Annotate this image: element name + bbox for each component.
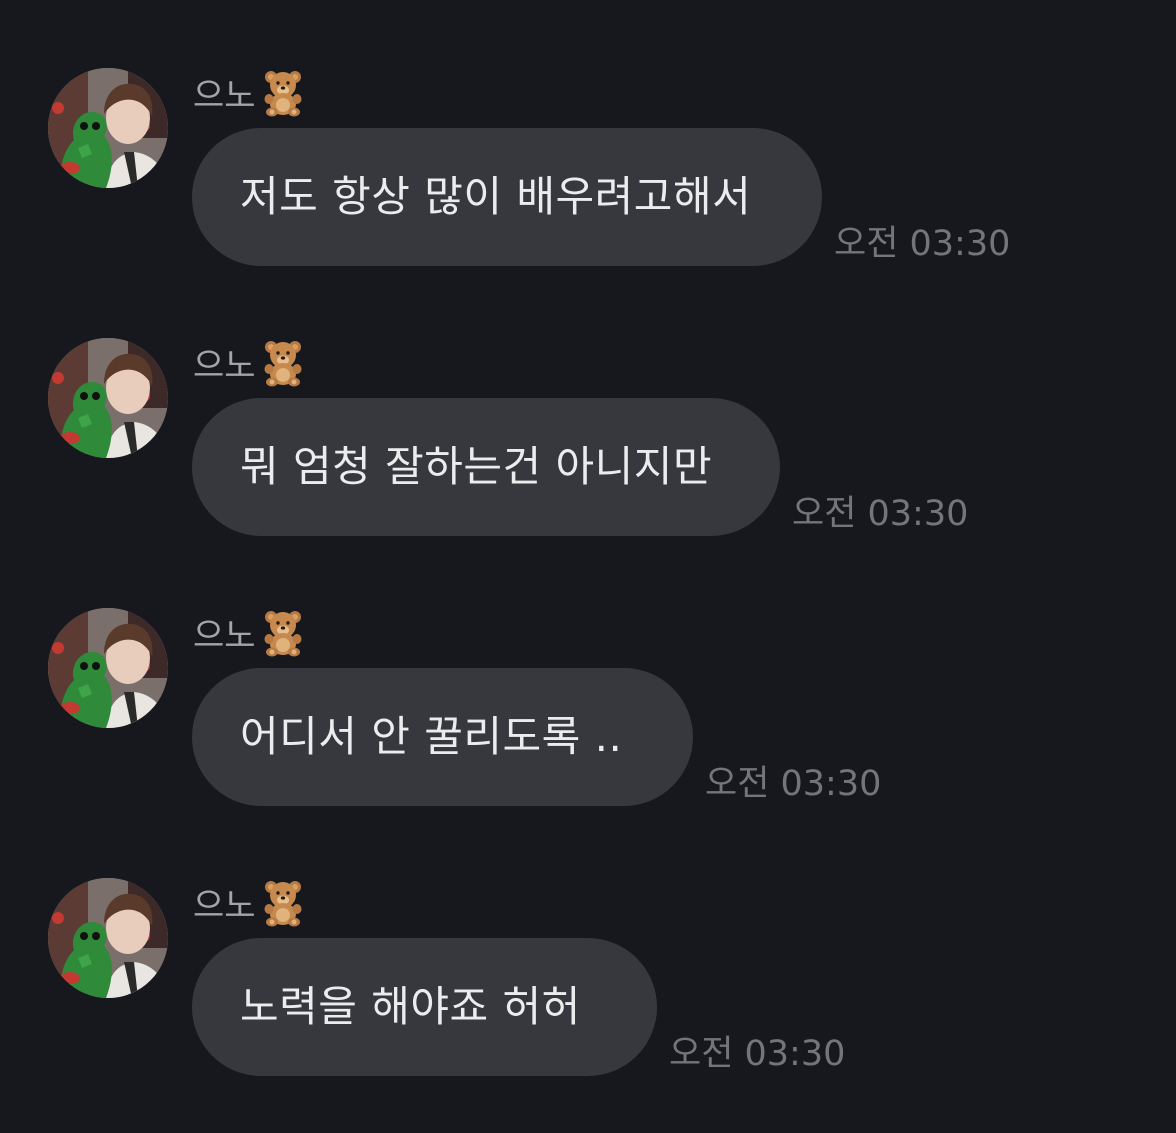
avatar[interactable] [48, 68, 168, 188]
message-time: 오전 03:30 [669, 1034, 846, 1074]
message-bubble[interactable]: 노력을 해야죠 허허 [192, 938, 657, 1076]
sender-name: 으노 [193, 606, 308, 658]
message-text: 노력을 해야죠 허허 [240, 982, 581, 1031]
sender-name: 으노 [193, 876, 308, 928]
message-row: 으노 노력을 해야죠 허허 오전 03:30 [0, 810, 1176, 1076]
message-time: 오전 03:30 [834, 224, 1011, 264]
message-time: 오전 03:30 [705, 764, 882, 804]
avatar[interactable] [48, 338, 168, 458]
chat-thread: 으노 저도 항상 많이 배우려고해서 오전 03:30 으노 뭐 엄청 잘하는건… [0, 0, 1176, 1133]
message-row: 으노 뭐 엄청 잘하는건 아니지만 오전 03:30 [0, 270, 1176, 536]
sender-name-text: 으노 [193, 345, 256, 386]
avatar[interactable] [48, 878, 168, 998]
sender-name: 으노 [193, 66, 308, 118]
message-bubble[interactable]: 뭐 엄청 잘하는건 아니지만 [192, 398, 780, 536]
message-row: 으노 어디서 안 꿀리도록 .. 오전 03:30 [0, 540, 1176, 806]
message-bubble[interactable]: 저도 항상 많이 배우려고해서 [192, 128, 822, 266]
bear-icon [258, 337, 308, 387]
sender-name-text: 으노 [193, 75, 256, 116]
bear-icon [258, 607, 308, 657]
message-time: 오전 03:30 [792, 494, 969, 534]
bear-icon [258, 67, 308, 117]
sender-name-text: 으노 [193, 885, 256, 926]
message-bubble[interactable]: 어디서 안 꿀리도록 .. [192, 668, 693, 806]
message-text: 뭐 엄청 잘하는건 아니지만 [240, 442, 713, 491]
avatar[interactable] [48, 608, 168, 728]
sender-name: 으노 [193, 336, 308, 388]
message-row: 으노 저도 항상 많이 배우려고해서 오전 03:30 [0, 0, 1176, 266]
message-text: 어디서 안 꿀리도록 .. [240, 712, 623, 761]
sender-name-text: 으노 [193, 615, 256, 656]
message-text: 저도 항상 많이 배우려고해서 [240, 172, 752, 221]
bear-icon [258, 877, 308, 927]
